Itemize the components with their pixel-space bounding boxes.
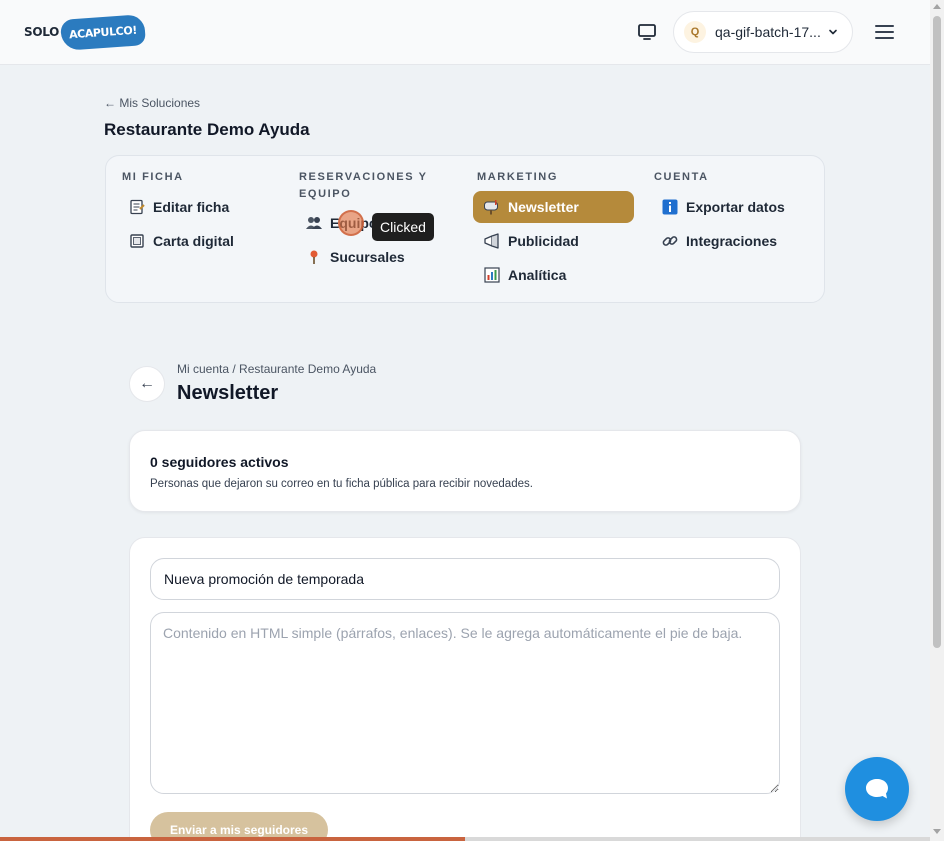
chevron-down-icon [829,29,837,35]
nav-item-label: Analítica [508,267,567,283]
chat-bubble-icon [866,779,888,799]
nav-item-editar-ficha[interactable]: Editar ficha [128,191,229,223]
nav-heading: CUENTA [654,171,709,183]
logo-brand-text: ACAPULCO! [60,13,147,51]
followers-count: 0 seguidores activos [150,454,289,470]
nav-item-newsletter[interactable]: Newsletter [473,191,634,223]
scrollbar-thumb[interactable] [933,16,941,648]
back-button[interactable]: ← [129,366,165,402]
nav-item-sucursales[interactable]: Sucursales [305,241,405,273]
nav-column-cuenta: CUENTA [654,169,804,186]
scrollbar[interactable] [930,0,944,841]
business-title: Restaurante Demo Ayuda [104,120,310,139]
pin-icon [305,248,323,266]
section-title: Newsletter [177,382,279,404]
click-indicator [338,210,364,236]
clicked-tooltip: Clicked [372,213,434,241]
compose-card: Enviar a mis seguidores [129,537,801,841]
nav-column-mi-ficha: MI FICHA [122,169,282,186]
nav-item-exportar-datos[interactable]: Exportar datos [661,191,785,223]
nav-column-reservaciones: RESERVACIONES Y EQUIPO [299,169,449,203]
user-name: qa-gif-batch-17... [715,24,821,40]
scroll-down-arrow-icon[interactable] [933,829,941,834]
memo-icon [128,198,146,216]
nav-item-carta-digital[interactable]: Carta digital [128,225,234,257]
scroll-up-arrow-icon[interactable] [933,4,941,9]
nav-item-integraciones[interactable]: Integraciones [661,225,777,257]
frame-icon [128,232,146,250]
nav-item-label: Exportar datos [686,199,785,215]
nav-column-marketing: MARKETING [477,169,627,186]
hamburger-menu-icon[interactable] [875,24,894,40]
people-icon [305,214,323,232]
info-icon [661,198,679,216]
followers-card: 0 seguidores activos Personas que dejaro… [129,430,801,512]
logo[interactable]: SOLO ACAPULCO! [24,12,147,52]
nav-heading: MI FICHA [122,171,184,183]
megaphone-icon [483,232,501,250]
logo-solo-text: SOLO [24,25,60,39]
bar-chart-icon [483,266,501,284]
nav-heading: MARKETING [477,171,559,183]
nav-item-label: Editar ficha [153,199,230,215]
followers-description: Personas que dejaron su correo en tu fic… [150,478,533,490]
user-menu-button[interactable]: Q qa-gif-batch-17... [673,11,853,53]
link-icon [661,232,679,250]
mailbox-icon [483,198,501,216]
avatar: Q [684,21,706,43]
nav-item-label: Sucursales [330,249,405,265]
subject-input[interactable] [150,558,780,600]
chat-button[interactable] [845,757,909,821]
nav-item-analitica[interactable]: Analítica [483,259,566,291]
nav-item-label: Newsletter [508,199,579,215]
nav-heading: RESERVACIONES Y EQUIPO [299,171,428,200]
nav-item-label: Publicidad [508,233,579,249]
back-to-solutions-link[interactable]: ← Mis Soluciones [104,96,200,110]
nav-item-label: Integraciones [686,233,778,249]
page-progress-fill [0,837,465,841]
management-nav-card: MI FICHA Editar ficha Carta digital RESE… [105,155,825,303]
body-textarea[interactable] [150,612,780,794]
section-breadcrumb: Mi cuenta / Restaurante Demo Ayuda [177,362,377,376]
page-progress-bar [0,837,930,841]
nav-item-label: Carta digital [153,233,234,249]
nav-item-publicidad[interactable]: Publicidad [483,225,579,257]
monitor-icon[interactable] [637,22,657,42]
top-bar: SOLO ACAPULCO! Q qa-gif-batch-17... [0,0,930,65]
